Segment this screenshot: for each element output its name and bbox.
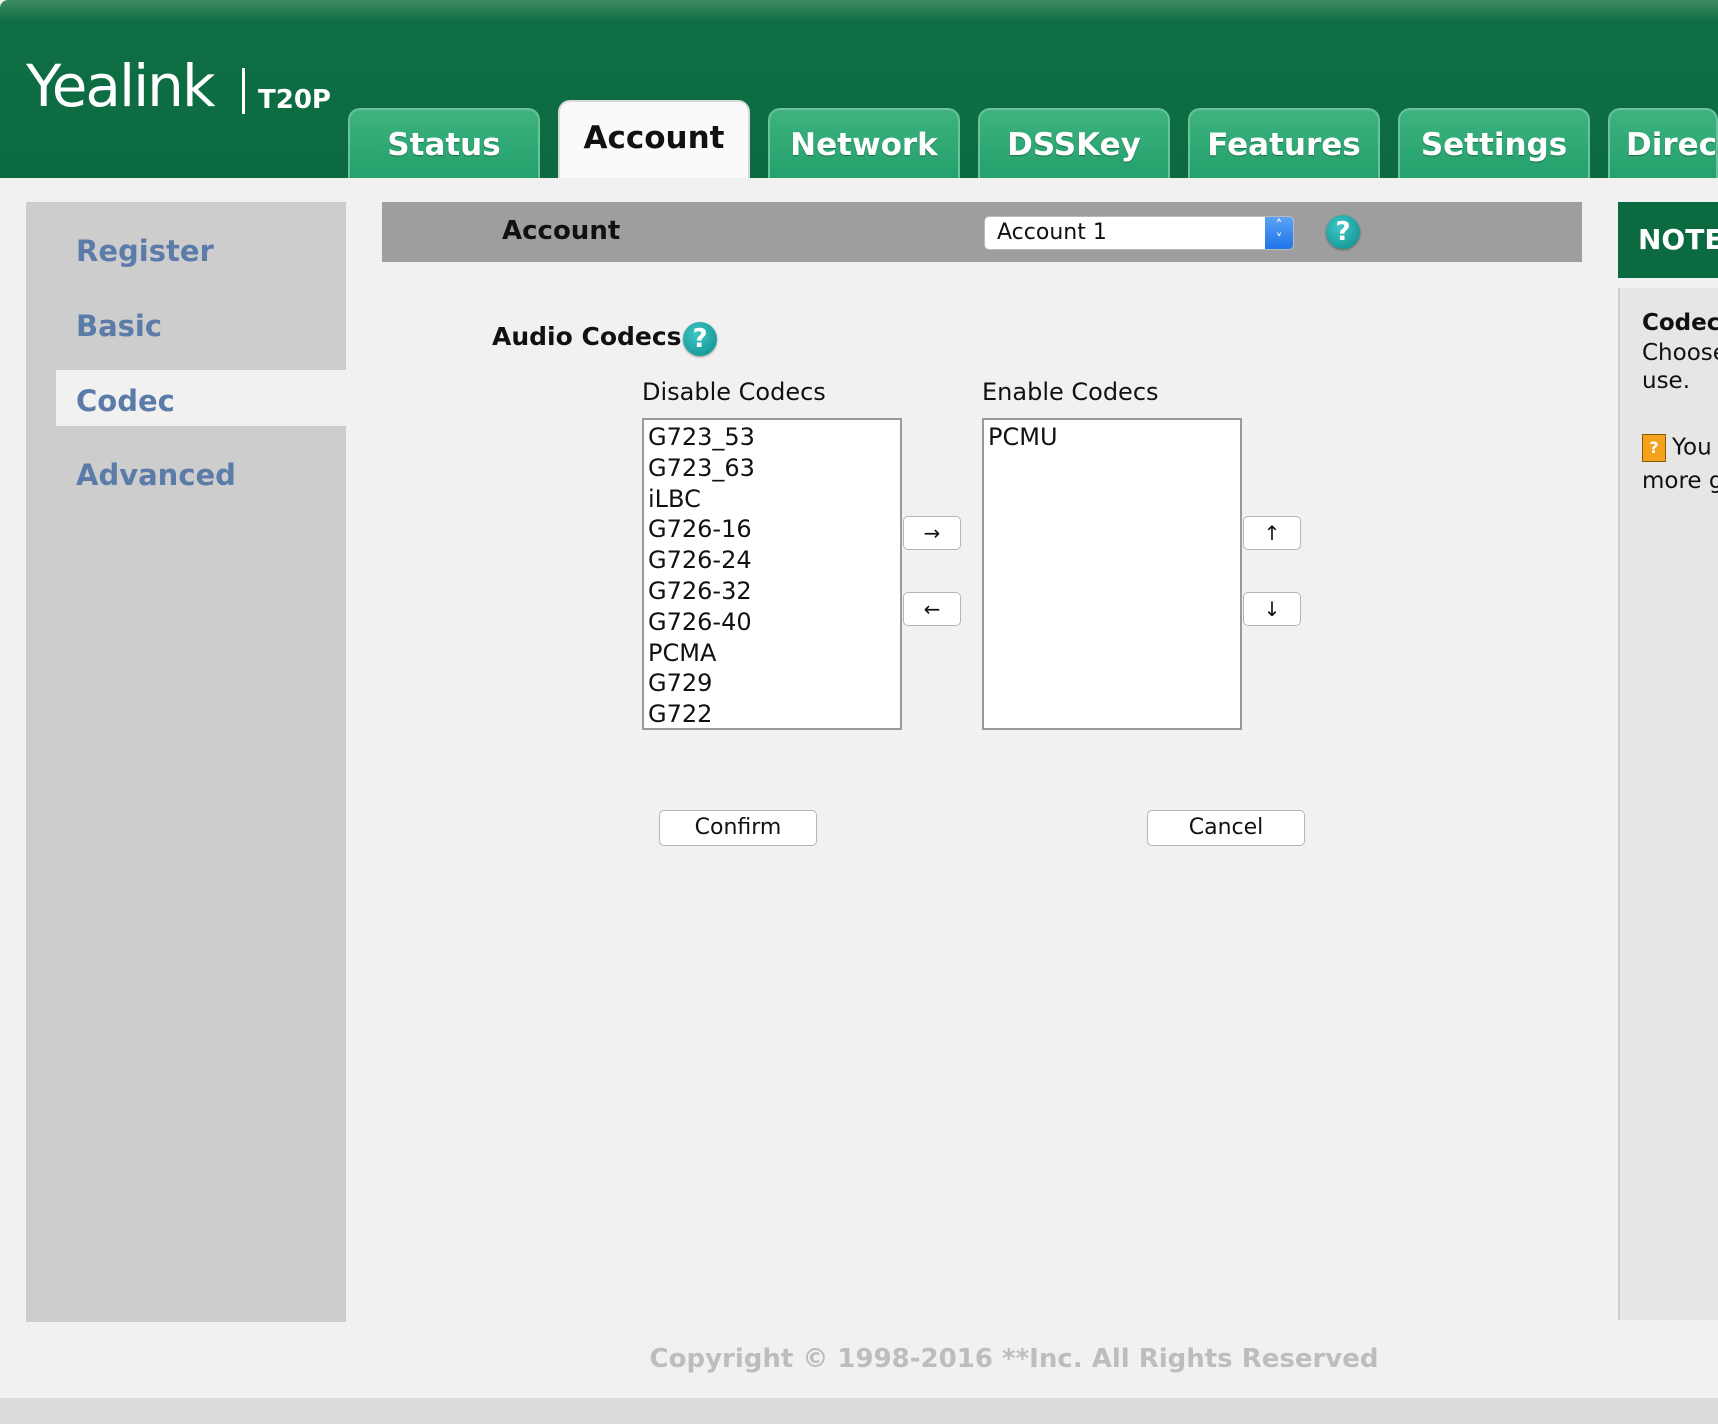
enabled-codecs-list[interactable]: PCMU [982,418,1242,730]
tab-account[interactable]: Account [558,100,750,178]
codec-option[interactable]: PCMA [648,638,900,669]
account-label: Account [502,216,621,246]
codec-option[interactable]: G726-32 [648,576,900,607]
note-line: use. [1642,368,1691,394]
codec-option[interactable]: G729 [648,668,900,699]
tab-features[interactable]: Features [1188,108,1380,178]
sidebar-item-codec[interactable]: Codec [76,384,175,418]
audio-codecs-title: Audio Codecs [492,322,682,351]
tab-directory[interactable]: Directory [1608,108,1718,178]
model-name: T20P [258,85,331,115]
note-line: You [1672,434,1712,461]
note-heading: Codecs [1642,310,1718,336]
note-line: more g [1642,468,1718,494]
account-help-icon[interactable]: ? [1326,215,1360,249]
account-select[interactable]: Account 1 ˄ ˅ [984,216,1294,250]
sidebar-item-register[interactable]: Register [76,234,214,268]
note-book-icon: ? [1642,434,1666,462]
confirm-button[interactable]: Confirm [659,810,817,846]
tab-network[interactable]: Network [768,108,960,178]
header: Yealink T20P Status Account Network DSSK… [0,0,1718,178]
copyright-text: Copyright © 1998-2016 **Inc. All Rights … [649,1344,1379,1374]
codec-option[interactable]: G726-16 [648,514,900,545]
codec-option[interactable]: iLBC [648,484,900,515]
move-right-button[interactable]: → [903,516,961,550]
sidebar: Register Basic Codec Advanced [26,202,366,1322]
codec-option[interactable]: G723_53 [648,422,900,453]
account-select-value: Account 1 [997,220,1107,245]
note-header: NOTE [1618,202,1718,278]
sidebar-item-basic[interactable]: Basic [76,309,162,343]
codec-option[interactable]: G722 [648,699,900,728]
account-bar: Account Account 1 ˄ ˅ ? [382,202,1582,262]
sidebar-item-advanced[interactable]: Advanced [76,458,236,492]
codec-option[interactable]: G726-40 [648,607,900,638]
main-content: Account Account 1 ˄ ˅ ? Audio Codecs ? Di… [362,202,1602,1322]
logo-text: Yealink [26,52,216,120]
tab-status[interactable]: Status [348,108,540,178]
move-down-button[interactable]: ↓ [1243,592,1301,626]
codec-option[interactable]: G726-24 [648,545,900,576]
logo-divider [242,68,245,114]
footer-bar [0,1398,1718,1424]
disabled-codecs-list[interactable]: G723_53 G723_63 iLBC G726-16 G726-24 G72… [642,418,902,730]
tab-settings[interactable]: Settings [1398,108,1590,178]
cancel-button[interactable]: Cancel [1147,810,1305,846]
codec-option[interactable]: G723_63 [648,453,900,484]
tab-dsskey[interactable]: DSSKey [978,108,1170,178]
audio-codecs-help-icon[interactable]: ? [683,322,717,356]
disable-codecs-label: Disable Codecs [642,378,826,406]
codec-option[interactable]: PCMU [988,422,1240,453]
enable-codecs-label: Enable Codecs [982,378,1159,406]
select-arrows-icon: ˄ ˅ [1265,217,1293,249]
note-line: Choose [1642,340,1718,366]
move-left-button[interactable]: ← [903,592,961,626]
move-up-button[interactable]: ↑ [1243,516,1301,550]
note-panel: Codecs Choose use. ?You more g [1618,288,1718,1320]
